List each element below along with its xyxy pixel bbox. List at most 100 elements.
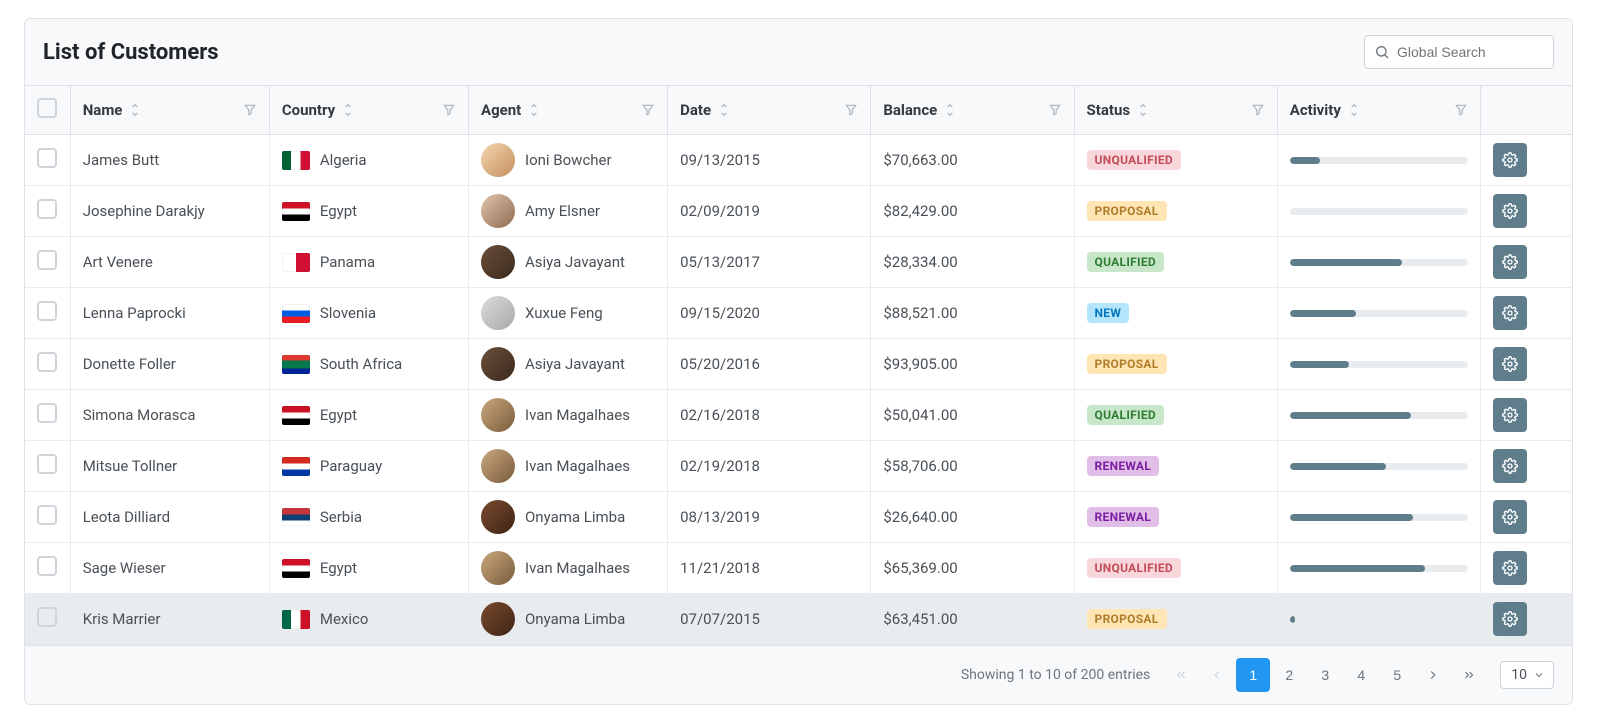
filter-icon[interactable]: [1251, 103, 1265, 117]
cell-agent: Xuxue Feng: [468, 288, 667, 339]
filter-icon[interactable]: [243, 103, 257, 117]
cell-checkbox: [25, 186, 70, 237]
table-row[interactable]: James ButtAlgeriaIoni Bowcher09/13/2015$…: [25, 135, 1572, 186]
row-settings-button[interactable]: [1493, 398, 1527, 432]
cell-country: Algeria: [269, 135, 468, 186]
avatar: [481, 347, 515, 381]
cell-actions: [1480, 186, 1572, 237]
agent-name: Asiya Javayant: [525, 355, 625, 373]
row-checkbox[interactable]: [37, 301, 57, 321]
col-agent[interactable]: Agent: [468, 86, 667, 135]
filter-icon[interactable]: [844, 103, 858, 117]
cell-country: Egypt: [269, 390, 468, 441]
col-country[interactable]: Country: [269, 86, 468, 135]
cell-balance: $70,663.00: [871, 135, 1074, 186]
first-page-button[interactable]: [1164, 658, 1198, 692]
row-checkbox[interactable]: [37, 454, 57, 474]
row-settings-button[interactable]: [1493, 194, 1527, 228]
th-label: Activity: [1290, 101, 1341, 119]
cell-country: Egypt: [269, 543, 468, 594]
last-page-button[interactable]: [1452, 658, 1486, 692]
cell-status: QUALIFIED: [1074, 237, 1277, 288]
cell-date: 05/20/2016: [668, 339, 871, 390]
cell-name: Josephine Darakjy: [70, 186, 269, 237]
row-checkbox[interactable]: [37, 556, 57, 576]
avatar: [481, 602, 515, 636]
next-page-button[interactable]: [1416, 658, 1450, 692]
row-settings-button[interactable]: [1493, 245, 1527, 279]
cell-date: 09/15/2020: [668, 288, 871, 339]
row-settings-button[interactable]: [1493, 602, 1527, 636]
activity-progress-bar: [1290, 514, 1413, 521]
cell-country: Serbia: [269, 492, 468, 543]
status-badge: UNQUALIFIED: [1087, 558, 1181, 578]
cell-country: Slovenia: [269, 288, 468, 339]
table-row[interactable]: Simona MorascaEgyptIvan Magalhaes02/16/2…: [25, 390, 1572, 441]
row-checkbox[interactable]: [37, 505, 57, 525]
rows-per-page-select[interactable]: 10: [1500, 661, 1554, 689]
row-checkbox[interactable]: [37, 607, 57, 627]
col-name[interactable]: Name: [70, 86, 269, 135]
col-activity[interactable]: Activity: [1277, 86, 1480, 135]
cell-status: UNQUALIFIED: [1074, 543, 1277, 594]
col-balance[interactable]: Balance: [871, 86, 1074, 135]
balance-value: $63,451.00: [883, 610, 957, 628]
chevron-down-icon: [1533, 669, 1545, 681]
row-checkbox[interactable]: [37, 148, 57, 168]
gear-icon: [1502, 152, 1518, 168]
page-title: List of Customers: [43, 40, 219, 65]
rows-per-page-value: 10: [1511, 667, 1527, 683]
col-status[interactable]: Status: [1074, 86, 1277, 135]
date-value: 02/19/2018: [680, 457, 760, 475]
row-checkbox[interactable]: [37, 199, 57, 219]
prev-page-button[interactable]: [1200, 658, 1234, 692]
filter-icon[interactable]: [1048, 103, 1062, 117]
row-settings-button[interactable]: [1493, 551, 1527, 585]
filter-icon[interactable]: [1454, 103, 1468, 117]
row-checkbox[interactable]: [37, 352, 57, 372]
table-row[interactable]: Art VenerePanamaAsiya Javayant05/13/2017…: [25, 237, 1572, 288]
table-row[interactable]: Josephine DarakjyEgyptAmy Elsner02/09/20…: [25, 186, 1572, 237]
search-input[interactable]: [1364, 35, 1554, 69]
paginator: 12345: [1164, 658, 1486, 692]
filter-icon[interactable]: [641, 103, 655, 117]
cell-activity: [1277, 594, 1480, 645]
row-settings-button[interactable]: [1493, 143, 1527, 177]
table-row[interactable]: Leota DilliardSerbiaOnyama Limba08/13/20…: [25, 492, 1572, 543]
customer-name: Josephine Darakjy: [83, 202, 205, 220]
row-checkbox[interactable]: [37, 250, 57, 270]
select-all-checkbox[interactable]: [37, 98, 57, 118]
date-value: 09/15/2020: [680, 304, 760, 322]
flag-icon: [282, 406, 310, 425]
chevron-left-icon: [1210, 668, 1224, 682]
page-button-3[interactable]: 3: [1308, 658, 1342, 692]
agent-name: Ioni Bowcher: [525, 151, 612, 169]
table-row[interactable]: Lenna PaprockiSloveniaXuxue Feng09/15/20…: [25, 288, 1572, 339]
cell-date: 11/21/2018: [668, 543, 871, 594]
table-row[interactable]: Mitsue TollnerParaguayIvan Magalhaes02/1…: [25, 441, 1572, 492]
cell-status: PROPOSAL: [1074, 339, 1277, 390]
filter-icon[interactable]: [442, 103, 456, 117]
row-settings-button[interactable]: [1493, 500, 1527, 534]
row-settings-button[interactable]: [1493, 347, 1527, 381]
cell-checkbox: [25, 339, 70, 390]
row-settings-button[interactable]: [1493, 296, 1527, 330]
page-button-4[interactable]: 4: [1344, 658, 1378, 692]
table-row[interactable]: Kris MarrierMexicoOnyama Limba07/07/2015…: [25, 594, 1572, 645]
table-row[interactable]: Sage WieserEgyptIvan Magalhaes11/21/2018…: [25, 543, 1572, 594]
sort-icon: [341, 103, 355, 117]
cell-activity: [1277, 441, 1480, 492]
table-row[interactable]: Donette FollerSouth AfricaAsiya Javayant…: [25, 339, 1572, 390]
gear-icon: [1502, 458, 1518, 474]
col-date[interactable]: Date: [668, 86, 871, 135]
card-header: List of Customers: [25, 19, 1572, 86]
table-header-row: Name Country Agent Date Balance: [25, 86, 1572, 135]
cell-balance: $58,706.00: [871, 441, 1074, 492]
flag-icon: [282, 151, 310, 170]
gear-icon: [1502, 560, 1518, 576]
page-button-2[interactable]: 2: [1272, 658, 1306, 692]
row-checkbox[interactable]: [37, 403, 57, 423]
page-button-1[interactable]: 1: [1236, 658, 1270, 692]
page-button-5[interactable]: 5: [1380, 658, 1414, 692]
row-settings-button[interactable]: [1493, 449, 1527, 483]
